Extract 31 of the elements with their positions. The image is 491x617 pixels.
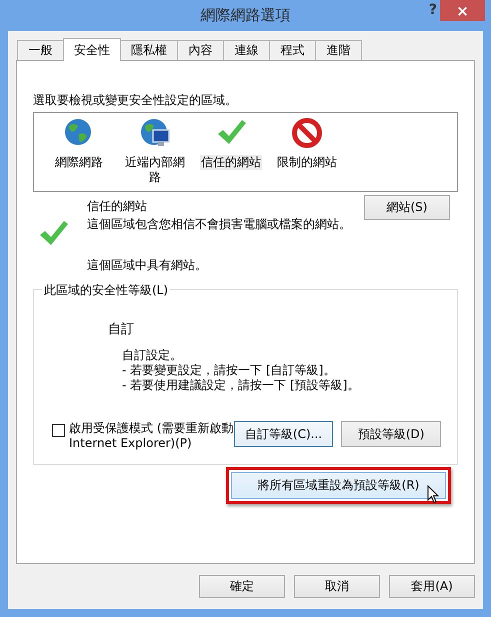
dialog-button[interactable]: 確定 — [199, 575, 285, 598]
tab[interactable]: 進階 — [315, 40, 362, 60]
zone-description: 這個區域包含您相信不會損害電腦或檔案的網站。 — [87, 216, 352, 233]
level-detail: - 若要變更設定，請按一下 [自訂等級]。 — [122, 363, 336, 378]
zone-label[interactable]: 信任的網站 — [200, 155, 262, 170]
prohibited-icon[interactable] — [291, 117, 323, 149]
dialog-button[interactable]: 取消 — [294, 575, 380, 598]
reset-zones-button[interactable]: 將所有區域重設為預設等級(R) — [231, 472, 446, 499]
sites-button[interactable]: 網站(S) — [364, 195, 450, 220]
level-detail: 自訂設定。 — [122, 348, 183, 363]
zone-prompt: 選取要檢視或變更安全性設定的區域。 — [33, 92, 238, 108]
tab[interactable]: 一般 — [17, 40, 64, 60]
default-level-button[interactable]: 預設等級(D) — [341, 421, 441, 447]
zone-label[interactable]: 限制的網站 — [276, 155, 338, 170]
zone-label[interactable]: 近端內部網路 — [124, 155, 186, 185]
dialog-button[interactable]: 套用(A) — [389, 575, 475, 598]
zone-status: 這個區域中具有網站。 — [87, 257, 208, 274]
mouse-pointer-icon — [427, 485, 439, 504]
checkbox-label: 啟用受保護模式 (需要重新啟動 Internet Explorer)(P) — [69, 421, 234, 451]
group-legend: 此區域的安全性等級(L) — [42, 282, 170, 299]
help-button[interactable]: ? — [424, 2, 441, 18]
globe-monitor-icon[interactable] — [139, 117, 171, 149]
close-button[interactable]: × — [440, 0, 485, 21]
custom-level-button[interactable]: 自訂等級(C)... — [234, 421, 334, 447]
zone-label[interactable]: 網際網路 — [48, 155, 110, 170]
checkbox[interactable] — [52, 424, 65, 437]
window-title: 網際網路選項 — [200, 6, 290, 25]
level-name: 自訂 — [108, 321, 135, 338]
zone-title: 信任的網站 — [87, 198, 147, 215]
tab[interactable]: 安全性 — [63, 38, 121, 61]
level-detail: - 若要使用建議設定，請按一下 [預設等級]。 — [122, 378, 360, 393]
